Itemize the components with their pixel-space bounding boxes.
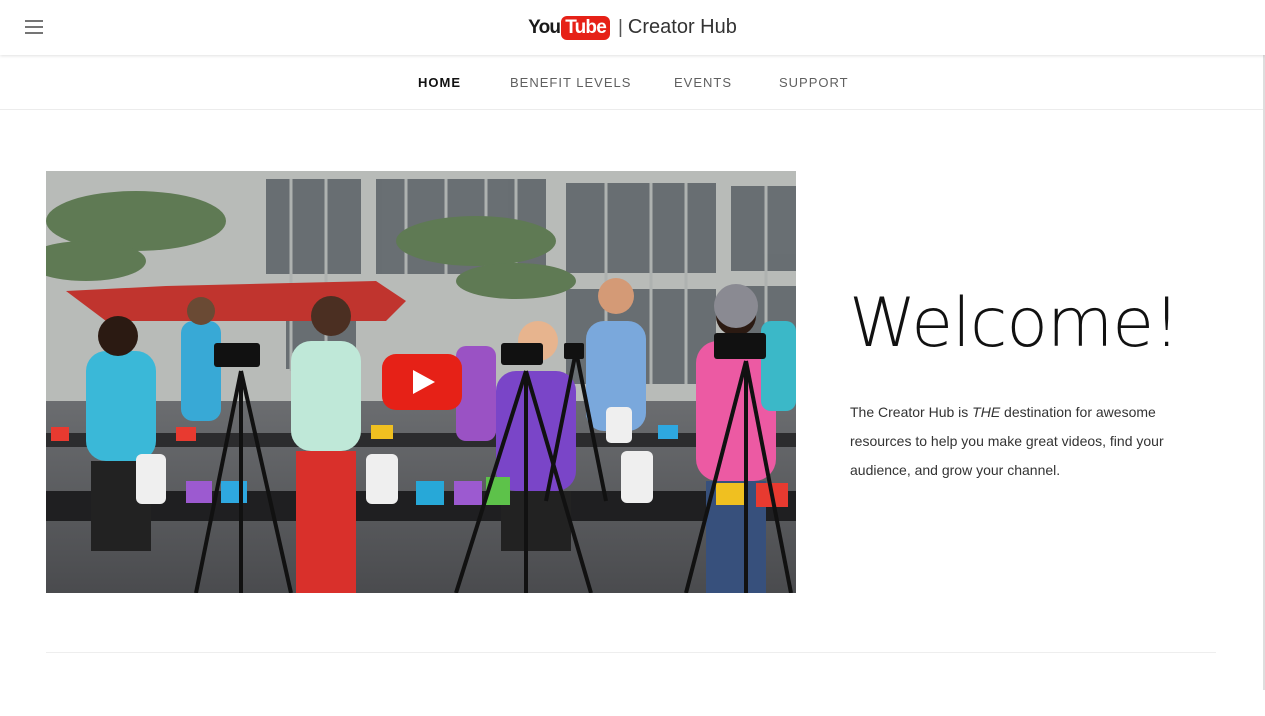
intro-text-before: The Creator Hub is [850,404,973,420]
youtube-logo[interactable]: You Tube [528,15,610,40]
logo-tube-text: Tube [561,15,610,40]
brand-title: Creator Hub [627,16,737,38]
brand-separator: | [617,16,623,38]
top-header: You Tube | Creator Hub [0,0,1265,55]
section-divider [46,652,1216,653]
logo-you-text: You [528,16,561,38]
intro-emphasis: THE [972,404,1001,420]
nav-support[interactable]: SUPPORT [779,75,849,90]
brand[interactable]: You Tube | Creator Hub [0,0,1265,55]
intro-paragraph: The Creator Hub is THE destination for a… [850,398,1190,485]
play-button-icon[interactable] [382,354,462,410]
nav-events[interactable]: EVENTS [674,75,732,90]
main-nav: HOME BENEFIT LEVELS EVENTS SUPPORT [0,55,1265,110]
hero-video-thumbnail[interactable] [46,171,796,593]
nav-benefit-levels[interactable]: BENEFIT LEVELS [510,75,631,90]
welcome-heading: Welcome! [849,284,1180,363]
nav-home[interactable]: HOME [418,75,461,90]
